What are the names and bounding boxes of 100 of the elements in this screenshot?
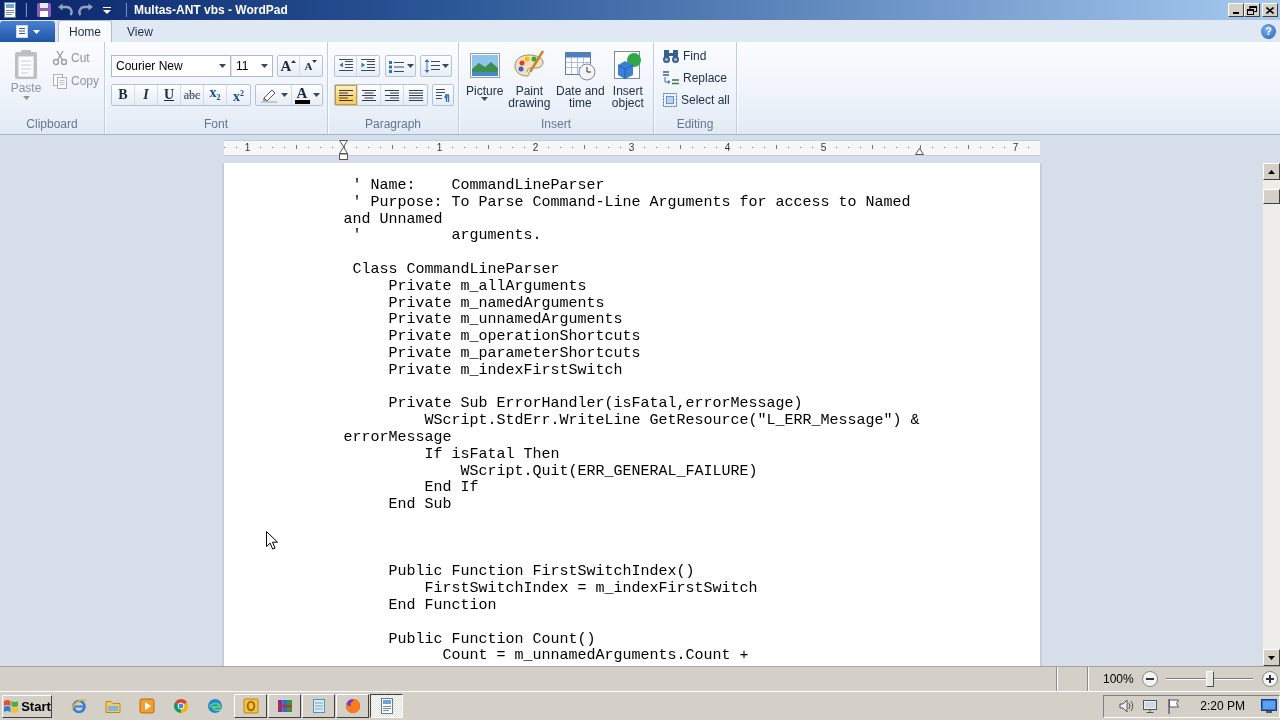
align-right-icon	[384, 89, 400, 101]
font-color-button[interactable]: A	[292, 85, 322, 105]
code-line: errorMessage	[343, 428, 452, 446]
date-time-button[interactable]: Date and time	[553, 49, 608, 119]
insert-object-button[interactable]: Insert object	[607, 49, 649, 119]
code-line: ' Purpose: To Parse Command-Line Arguments for access to Named	[352, 193, 911, 211]
scroll-up-button[interactable]	[1263, 163, 1280, 180]
code-line: Private Sub ErrorHandler(isFatal,errorMessage)	[388, 395, 803, 413]
align-center-icon	[361, 89, 377, 101]
code-line: WScript.Quit(ERR_GENERAL_FAILURE)	[460, 462, 758, 480]
list-icon	[387, 59, 404, 73]
paragraph-button[interactable]	[432, 84, 454, 106]
ruler-number: 3	[627, 143, 636, 153]
code-line: Count = m_unnamedArguments.Count +	[442, 647, 749, 665]
caret-icon	[103, 6, 111, 14]
code-line: End If	[424, 479, 479, 497]
code-line: ' Name: CommandLineParser	[352, 177, 605, 194]
superscript-button[interactable]: x$^{2}$	[227, 85, 250, 105]
books-icon	[276, 698, 293, 714]
increase-indent-icon	[360, 59, 376, 73]
computer-icon[interactable]	[1142, 698, 1159, 714]
document-icon	[378, 698, 395, 714]
code-line: and Unnamed	[343, 210, 443, 228]
caret-up-icon	[291, 60, 297, 63]
tab[interactable]: View	[116, 20, 164, 42]
code-line: If isFatal Then	[424, 445, 560, 463]
font-family-dropdown[interactable]: Courier New	[111, 55, 231, 77]
bullets-button[interactable]	[385, 55, 416, 77]
code-line: FirstSwitchIndex = m_indexFirstSwitch	[424, 580, 758, 598]
minimize-button[interactable]	[1228, 3, 1244, 17]
subscript-button[interactable]: x$_{2}$	[204, 85, 227, 105]
select-all-icon	[662, 91, 678, 108]
close-button[interactable]	[1262, 3, 1278, 17]
start-logo-icon	[3, 698, 20, 714]
calendar-clock-icon	[564, 49, 597, 81]
indent-marker-icon[interactable]	[338, 140, 348, 160]
bold-button[interactable]: B	[112, 85, 135, 105]
save-button[interactable]	[34, 1, 54, 19]
play-icon[interactable]	[139, 698, 155, 714]
code-line: Private m_unnamedArguments	[388, 311, 623, 329]
caret-icon	[481, 97, 489, 101]
code-line: WScript.StdErr.WriteLine GetResource("L_ERR_Message") &	[424, 412, 920, 430]
code-line: Private m_namedArguments	[388, 294, 605, 312]
picture-button[interactable]: Picture	[464, 49, 506, 119]
font-size-dropdown[interactable]: 11	[231, 55, 273, 77]
speaker-icon[interactable]	[1118, 698, 1135, 714]
plus-icon	[1266, 675, 1274, 683]
zoom-level: 100%	[1103, 672, 1133, 686]
group-label: Editing	[676, 117, 714, 131]
mouse-pointer-icon	[265, 531, 278, 550]
caret-icon	[280, 93, 288, 97]
zoom-slider-thumb[interactable]	[1205, 671, 1214, 687]
caret-icon	[32, 29, 40, 34]
code-line: End Sub	[388, 496, 452, 514]
caret-icon	[312, 93, 320, 97]
code-line: Private m_operationShortcuts	[388, 328, 641, 346]
find-button[interactable]: Find	[660, 46, 732, 65]
code-line: Public Function Count()	[388, 630, 596, 648]
align-justify-icon	[407, 89, 424, 101]
italic-button[interactable]: I	[135, 85, 158, 105]
shrink-font-button[interactable]: A	[300, 56, 322, 76]
paragraph-icon	[435, 88, 451, 102]
redo-icon	[78, 2, 94, 18]
close-icon	[1266, 6, 1274, 14]
scrollbar-thumb[interactable]	[1263, 189, 1280, 204]
browser-icon[interactable]	[71, 698, 87, 714]
window-title: Multas-ANT vbs - WordPad	[134, 3, 288, 17]
tab[interactable]: Home	[58, 20, 112, 42]
taskbar-button[interactable]	[370, 694, 403, 718]
grow-font-button[interactable]: A	[278, 56, 300, 76]
ruler-number: 1	[435, 143, 444, 153]
paint-drawing-button[interactable]: Paint drawing	[505, 49, 554, 119]
start-button[interactable]: Start	[2, 694, 52, 718]
caret-icon	[1268, 655, 1275, 660]
line-spacing-button[interactable]	[420, 55, 452, 77]
zoom-in-button[interactable]	[1262, 671, 1278, 687]
code-line: Private m_allArguments	[388, 277, 587, 295]
scroll-down-button[interactable]	[1263, 649, 1280, 666]
group-label: Clipboard	[26, 117, 78, 131]
restore-button[interactable]	[1244, 3, 1260, 17]
clock: 2:20 PM	[1200, 699, 1245, 713]
caret-up-icon	[1268, 169, 1275, 174]
app-menu-button[interactable]	[0, 21, 55, 42]
select-all-button[interactable]: Select all	[660, 90, 732, 109]
minus-icon	[1146, 678, 1154, 680]
save-icon	[36, 2, 52, 18]
show-desktop-icon[interactable]	[1261, 698, 1277, 714]
line-spacing-icon	[423, 58, 440, 74]
browser-icon[interactable]	[173, 698, 189, 714]
decrease-indent-icon	[337, 59, 354, 73]
indent-marker-icon[interactable]	[914, 148, 924, 155]
restore-icon	[1247, 5, 1257, 15]
code-line: Class CommandLineParser	[352, 261, 560, 278]
align-left-button[interactable]	[335, 85, 358, 105]
group-label: Paragraph	[364, 117, 421, 131]
zoom-out-button[interactable]	[1142, 671, 1158, 687]
replace-button[interactable]: Replace	[660, 68, 732, 87]
caret-icon	[261, 64, 268, 68]
color-swatch-icon	[294, 99, 310, 104]
underline-button[interactable]: U	[158, 85, 181, 105]
